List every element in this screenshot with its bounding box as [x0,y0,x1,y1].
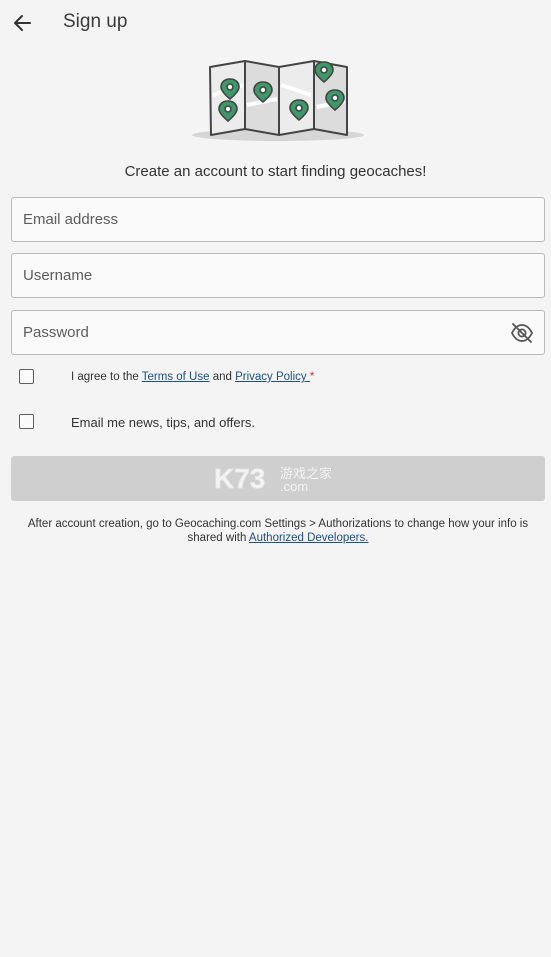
terms-middle-text: and [209,371,236,383]
password-input[interactable] [12,311,544,354]
terms-label: I agree to the Terms of Use and Privacy … [71,371,314,383]
privacy-policy-link[interactable]: Privacy Policy [235,371,310,383]
newsletter-checkbox[interactable] [19,414,34,429]
page-title: Sign up [63,11,128,32]
authorization-note: After account creation, go to Geocaching… [12,517,544,545]
app-bar: Sign up [0,0,551,46]
terms-checkbox[interactable] [19,369,34,384]
password-field[interactable] [11,310,545,355]
tagline: Create an account to start finding geoca… [124,163,427,180]
terms-of-use-link[interactable]: Terms of Use [142,371,210,383]
email-field[interactable] [11,197,545,242]
k73-watermark-logo: K73 游戏之家 .com [214,463,332,494]
eye-off-icon[interactable] [510,322,534,344]
email-input[interactable] [12,198,544,241]
newsletter-label: Email me news, tips, and offers. [71,415,256,430]
terms-prefix-text: I agree to the [71,371,142,383]
svg-text:.com: .com [280,479,308,494]
username-field[interactable] [11,253,545,298]
authorized-developers-link[interactable]: Authorized Developers. [249,532,369,544]
map-illustration [192,60,364,141]
signup-screen: Sign up Create an account to start findi… [0,0,551,957]
svg-text:K73: K73 [214,463,265,494]
required-marker: * [309,371,315,383]
arrow-left-icon[interactable] [10,10,36,36]
username-input[interactable] [12,254,544,297]
